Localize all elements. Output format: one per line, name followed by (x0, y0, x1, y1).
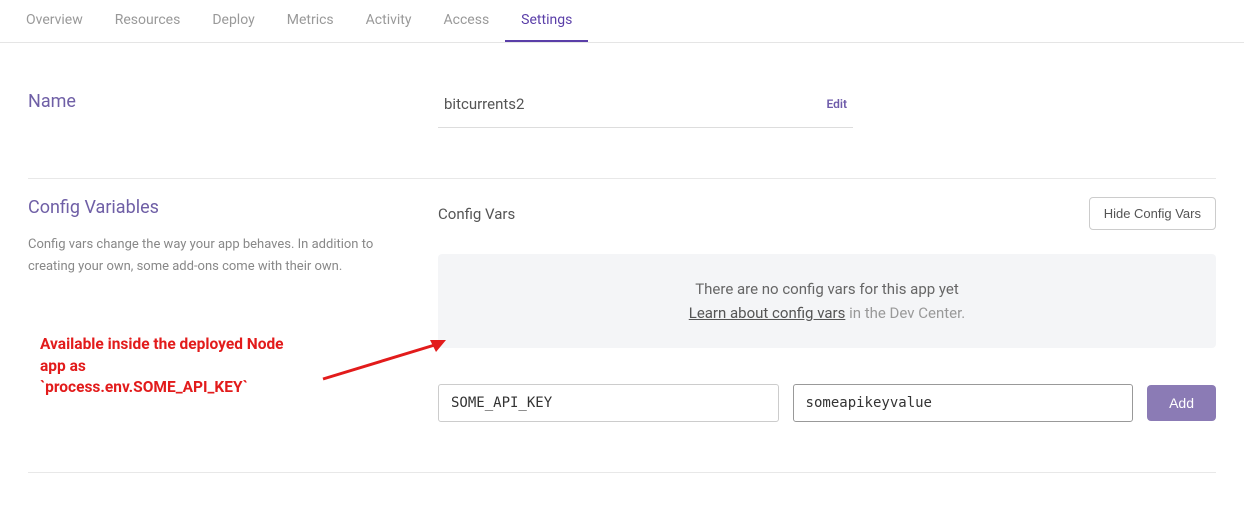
tab-resources[interactable]: Resources (99, 0, 197, 42)
add-config-var-row: Add (438, 384, 1216, 422)
config-vars-description: Config vars change the way your app beha… (28, 234, 398, 278)
tab-metrics[interactable]: Metrics (271, 0, 350, 42)
annotation-line1: Available inside the deployed Node app a… (40, 335, 284, 375)
annotation-line2: `process.env.SOME_API_KEY` (40, 378, 248, 396)
add-config-var-button[interactable]: Add (1147, 385, 1216, 421)
config-var-key-input[interactable] (438, 384, 779, 422)
learn-suffix: in the Dev Center. (845, 304, 965, 322)
learn-config-vars-link[interactable]: Learn about config vars (689, 304, 846, 322)
hide-config-vars-button[interactable]: Hide Config Vars (1089, 197, 1216, 230)
config-var-value-input[interactable] (793, 384, 1134, 422)
tab-activity[interactable]: Activity (350, 0, 428, 42)
name-section-title: Name (28, 91, 398, 112)
name-row: bitcurrents2 Edit (438, 91, 853, 128)
tabs-bar: Overview Resources Deploy Metrics Activi… (0, 0, 1244, 43)
annotation-arrow-icon (318, 334, 458, 394)
content-area: Name bitcurrents2 Edit Config Variables … (0, 43, 1244, 503)
tab-access[interactable]: Access (428, 0, 506, 42)
app-name-value: bitcurrents2 (438, 91, 826, 117)
empty-message: There are no config vars for this app ye… (458, 280, 1196, 298)
config-vars-title: Config Variables (28, 197, 398, 218)
config-vars-label: Config Vars (438, 205, 515, 223)
config-vars-empty-box: There are no config vars for this app ye… (438, 254, 1216, 348)
tab-deploy[interactable]: Deploy (196, 0, 270, 42)
name-section: Name bitcurrents2 Edit (28, 73, 1216, 179)
annotation-text: Available inside the deployed Node app a… (40, 334, 300, 399)
config-vars-section: Config Variables Config vars change the … (28, 179, 1216, 473)
tab-overview[interactable]: Overview (10, 0, 99, 42)
edit-name-link[interactable]: Edit (826, 97, 853, 111)
tab-settings[interactable]: Settings (505, 0, 588, 42)
config-header: Config Vars Hide Config Vars (438, 197, 1216, 230)
